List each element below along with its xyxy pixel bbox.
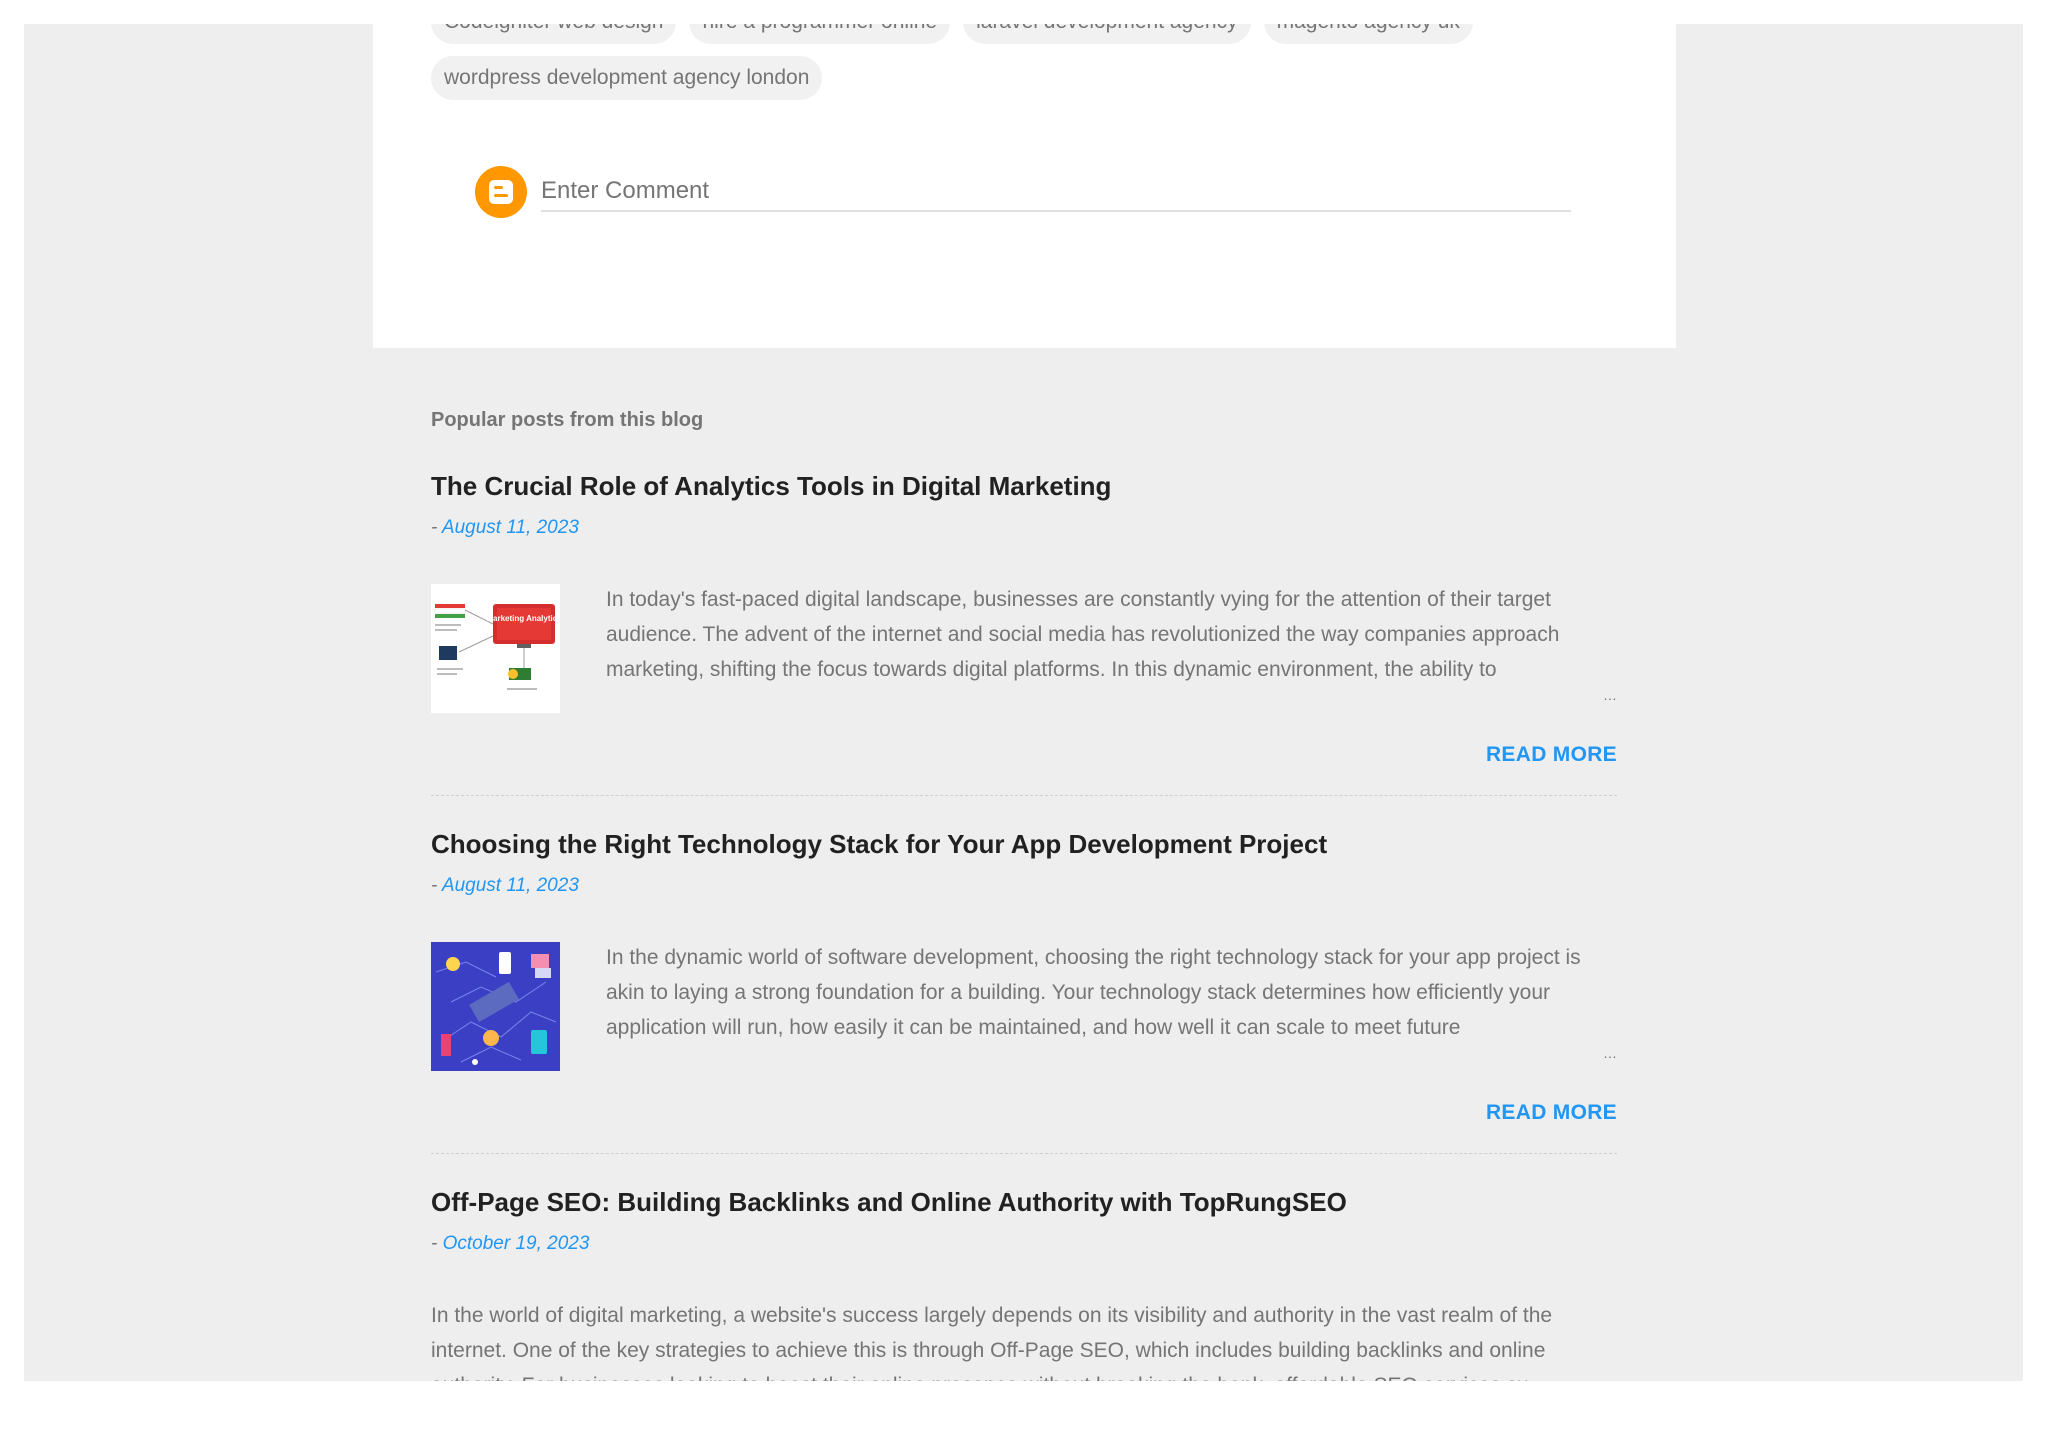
post-thumbnail[interactable]: Marketing Analytics [431, 584, 562, 713]
read-more-link[interactable]: READ MORE [1486, 1101, 1617, 1124]
meta-prefix: - [431, 875, 442, 896]
label-chip[interactable]: Codeigniter web design [431, 24, 677, 44]
label-chip[interactable]: hire a programmer online [689, 24, 951, 44]
post-snippet: In the world of digital marketing, a web… [431, 1298, 1617, 1381]
meta-prefix: - [431, 517, 442, 538]
label-chip[interactable]: laravel development agency [963, 24, 1251, 44]
post-body: In the world of digital marketing, a web… [431, 1298, 1617, 1381]
post-date[interactable]: August 11, 2023 [442, 517, 579, 538]
post-labels-row: Codeigniter web design hire a programmer… [431, 24, 1473, 44]
read-more-row: READ MORE [431, 1101, 1617, 1153]
blogger-logo-icon [475, 166, 527, 218]
popular-posts-section: Popular posts from this blog The Crucial… [431, 402, 1617, 1381]
thumbnail-text: Marketing Analytics [486, 614, 560, 623]
popular-post: Off-Page SEO: Building Backlinks and Onl… [431, 1184, 1617, 1381]
ellipsis-icon: … [1603, 1045, 1617, 1061]
post-title[interactable]: Choosing the Right Technology Stack for … [431, 826, 1617, 862]
section-title: Popular posts from this blog [431, 409, 704, 431]
post-date[interactable]: August 11, 2023 [442, 875, 579, 896]
post-meta: - October 19, 2023 [431, 1230, 1617, 1258]
comment-input[interactable] [541, 172, 1571, 212]
post-body: In the dynamic world of software develop… [431, 940, 1617, 1071]
popular-post: Choosing the Right Technology Stack for … [431, 826, 1617, 1154]
popular-post: The Crucial Role of Analytics Tools in D… [431, 468, 1617, 796]
label-chip[interactable]: wordpress development agency london [431, 56, 823, 100]
read-more-link[interactable]: READ MORE [1486, 743, 1617, 766]
post-body: Marketing Analytics In today's fast-pace… [431, 582, 1617, 713]
post-date[interactable]: October 19, 2023 [443, 1233, 590, 1254]
comment-box [475, 166, 1575, 222]
ellipsis-icon: … [1603, 1368, 1617, 1381]
snippet-text: In the world of digital marketing, a web… [431, 1304, 1553, 1381]
read-more-row: READ MORE [431, 743, 1617, 795]
post-thumbnail[interactable] [431, 942, 560, 1071]
post-labels-row: wordpress development agency london [431, 56, 823, 100]
ellipsis-icon: … [1603, 687, 1617, 703]
post-title[interactable]: Off-Page SEO: Building Backlinks and Onl… [431, 1184, 1617, 1220]
post-title[interactable]: The Crucial Role of Analytics Tools in D… [431, 468, 1617, 504]
meta-prefix: - [431, 1233, 443, 1254]
post-meta: - August 11, 2023 [431, 872, 1617, 900]
post-footer-card: Codeigniter web design hire a programmer… [373, 24, 1676, 348]
page-background: Codeigniter web design hire a programmer… [24, 24, 2023, 1381]
post-snippet: In today's fast-paced digital landscape,… [606, 582, 1617, 713]
post-snippet: In the dynamic world of software develop… [606, 940, 1617, 1071]
label-chip[interactable]: magento agency uk [1263, 24, 1473, 44]
snippet-text: In today's fast-paced digital landscape,… [606, 588, 1560, 681]
post-meta: - August 11, 2023 [431, 514, 1617, 542]
snippet-text: In the dynamic world of software develop… [606, 946, 1581, 1039]
